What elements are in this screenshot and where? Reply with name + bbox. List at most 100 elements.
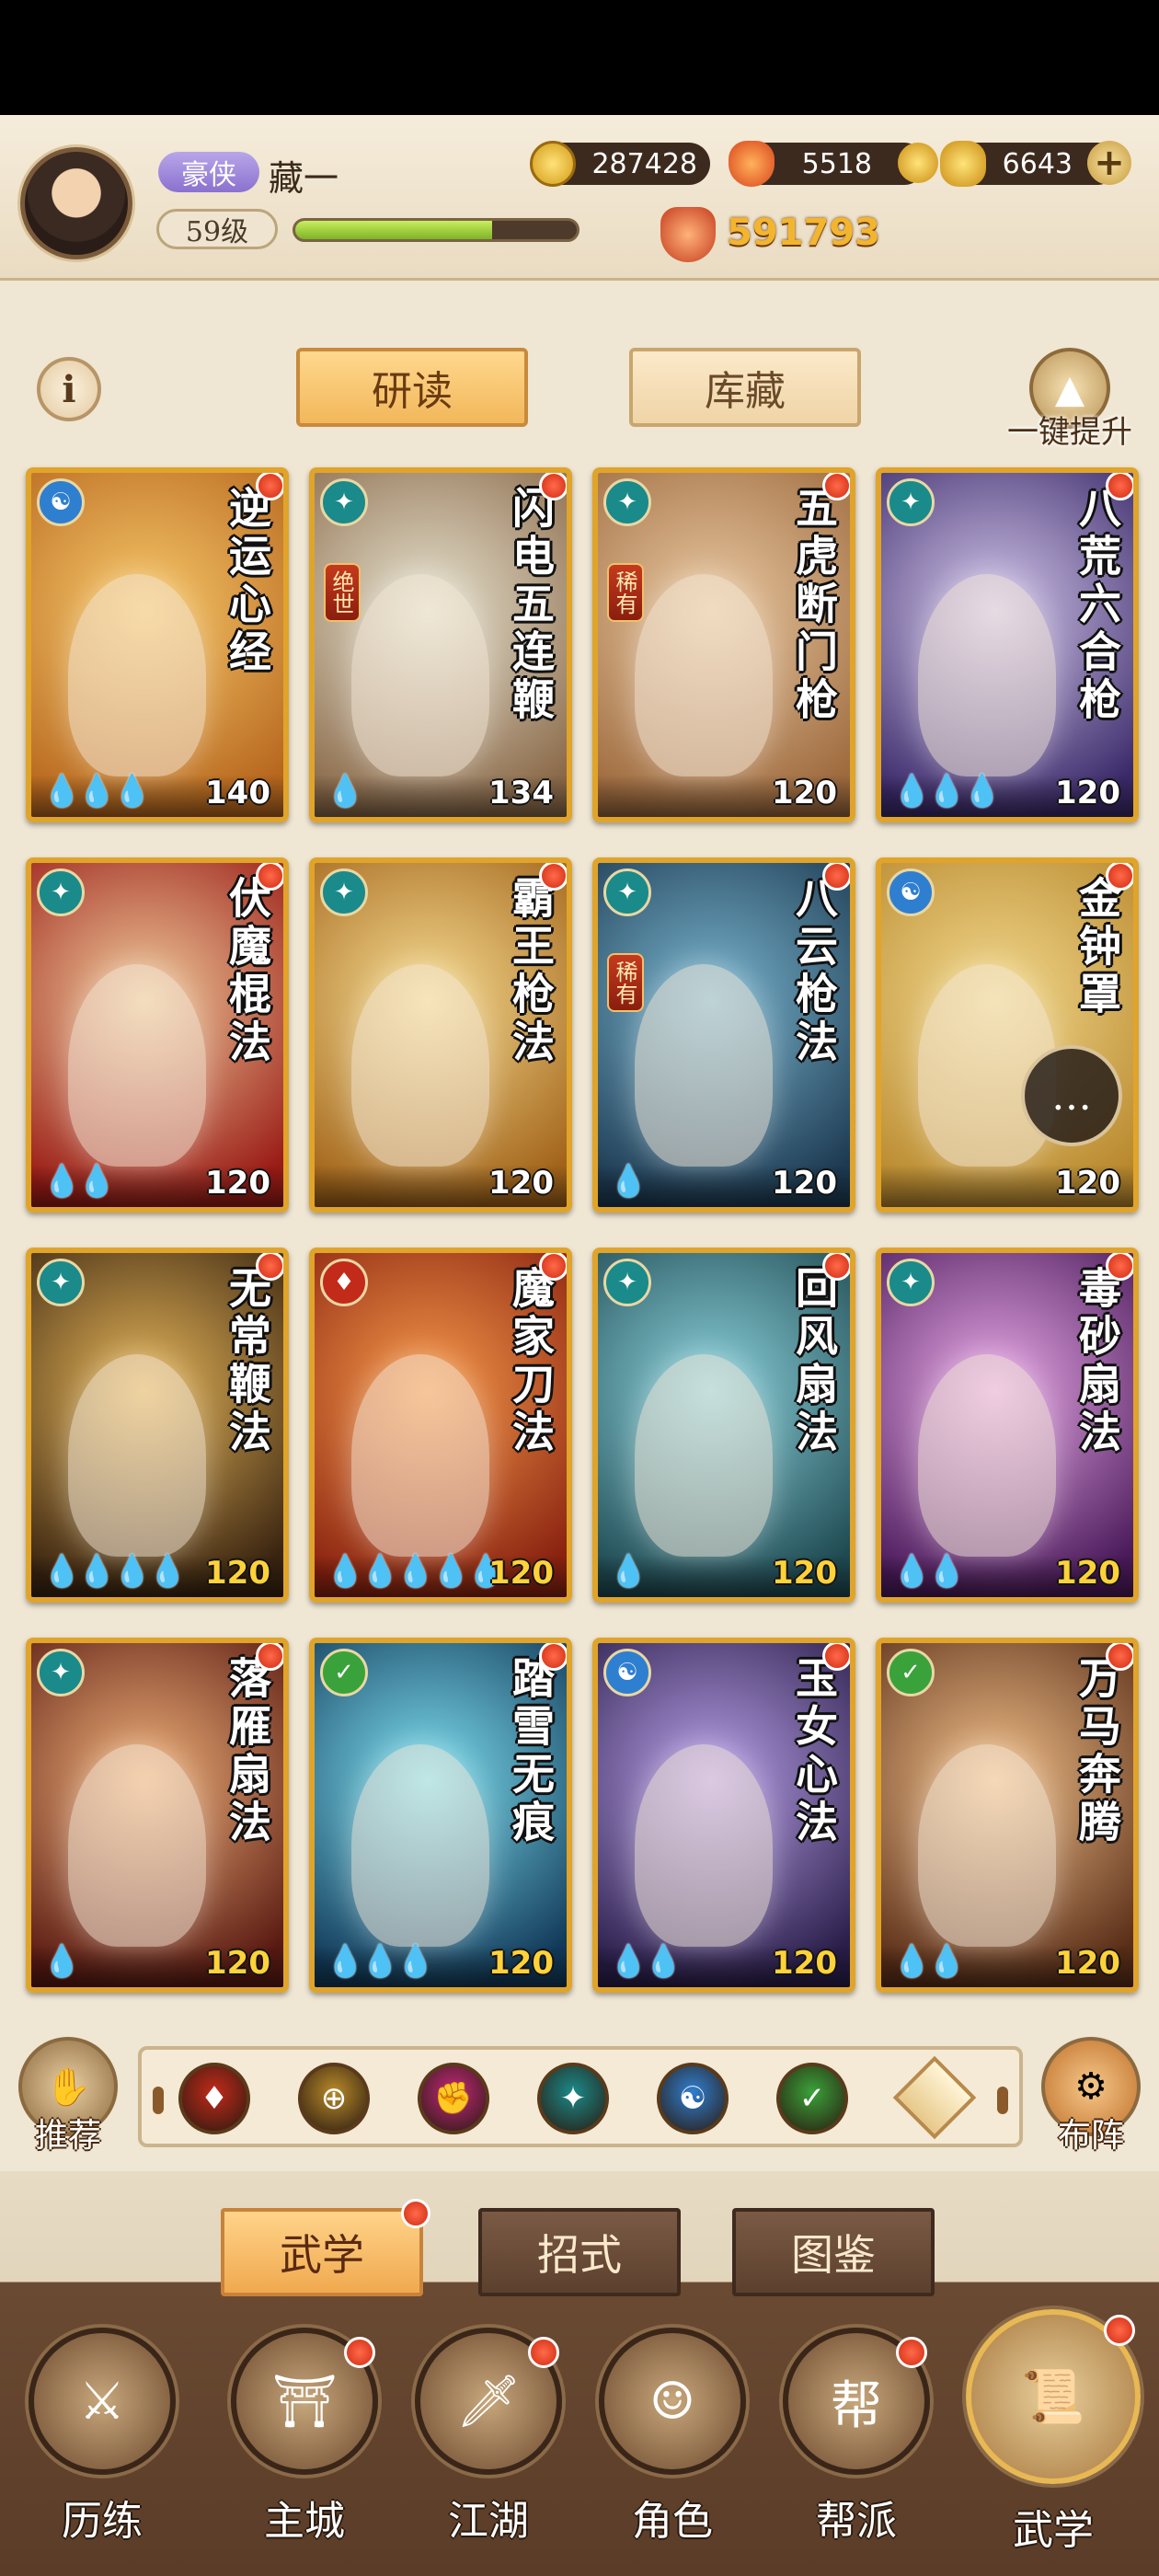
subtab-atlas[interactable]: 图鉴 <box>732 2208 935 2296</box>
recommend-label: 推荐 <box>34 2117 101 2155</box>
card-name: 八云枪法 <box>789 876 839 1067</box>
chat-bubble-icon[interactable]: … <box>1021 1045 1122 1146</box>
add-currency-icon[interactable]: + <box>1087 141 1131 185</box>
filter-knob-left <box>153 2087 164 2114</box>
school-filter-icon[interactable]: ✦ <box>537 2063 609 2134</box>
one-key-upgrade-button[interactable]: ▲ 一键提升 <box>1001 348 1139 451</box>
skill-card[interactable]: ✦ 八云枪法 💧 120 稀有 <box>592 857 855 1213</box>
notification-dot <box>256 473 283 500</box>
card-level: 120 <box>772 775 837 811</box>
skill-card[interactable]: ✦ 五虎断门枪 120 稀有 <box>592 467 855 822</box>
skill-card[interactable]: ✦ 回风扇法 💧 120 <box>592 1248 855 1603</box>
skill-card[interactable]: ✦ 毒砂扇法 💧💧 120 <box>876 1248 1139 1603</box>
school-icon: ✦ <box>320 868 368 916</box>
subtab-martial[interactable]: 武学 <box>221 2199 430 2296</box>
quality-drops-icon: 💧 <box>326 773 364 810</box>
card-figure <box>635 964 773 1167</box>
school-filter-icon[interactable]: ♦ <box>178 2063 250 2134</box>
status-bar <box>0 0 1159 115</box>
skill-card[interactable]: ♦ 魔家刀法 💧💧💧💧💧 120 <box>309 1248 572 1603</box>
nav-guild[interactable]: 帮 帮派 <box>769 2328 944 2558</box>
combat-power: 591793 <box>660 207 880 262</box>
notification-dot <box>539 1253 567 1281</box>
ingot-counter[interactable]: 6643 + <box>940 141 1131 187</box>
card-name: 八荒六合枪 <box>1073 486 1122 725</box>
rarity-tag: 稀有 <box>607 953 644 1012</box>
notification-dot <box>1106 1253 1133 1281</box>
notification-dot <box>822 1643 850 1671</box>
filter-all-diamond-icon[interactable] <box>892 2055 977 2140</box>
school-icon: ♦ <box>320 1259 368 1306</box>
notification-dot <box>539 863 567 891</box>
card-level: 140 <box>205 775 270 811</box>
card-figure <box>68 1354 206 1557</box>
card-level: 120 <box>1055 1165 1120 1202</box>
notification-dot <box>1106 473 1133 500</box>
tab-storage[interactable]: 库藏 <box>629 348 861 427</box>
nav-martial[interactable]: 📜 武学 <box>966 2309 1141 2558</box>
card-name: 落雁扇法 <box>223 1656 272 1847</box>
skill-card[interactable]: ✓ 万马奔腾 💧💧 120 <box>876 1638 1139 1993</box>
xp-bar <box>293 218 580 242</box>
quality-drops-icon: 💧 <box>609 1553 648 1590</box>
notification-dot <box>822 1253 850 1281</box>
skill-card[interactable]: ✦ 闪电五连鞭 💧 134 绝世 <box>309 467 572 822</box>
skill-card[interactable]: ☯ 玉女心法 💧💧 120 <box>592 1638 855 1993</box>
card-level: 120 <box>205 1555 270 1592</box>
formation-button[interactable]: ⚙ 布阵 <box>1036 2037 1146 2156</box>
school-icon: ✦ <box>603 1259 651 1306</box>
nav-jianghu-label: 江湖 <box>448 2498 529 2545</box>
school-filter-icon[interactable]: ☯ <box>657 2063 729 2134</box>
tab-study[interactable]: 研读 <box>296 348 528 427</box>
nav-character[interactable]: ☺ 角色 <box>585 2328 760 2558</box>
notification-dot <box>822 473 850 500</box>
school-icon: ✦ <box>37 1259 85 1306</box>
school-icon: ☯ <box>887 868 935 916</box>
quality-drops-icon: 💧💧 <box>42 1163 117 1200</box>
player-title-badge: 豪侠 <box>158 152 259 192</box>
nav-guild-label: 帮派 <box>816 2498 897 2545</box>
notification-dot <box>1106 1643 1133 1671</box>
character-hat-icon: ☺ <box>599 2328 746 2475</box>
flame-amount: 5518 <box>801 147 872 180</box>
card-name: 伏魔棍法 <box>223 876 272 1067</box>
nav-jianghu[interactable]: 🗡 江湖 <box>401 2328 576 2558</box>
school-filter-icon[interactable]: ⊕ <box>298 2063 370 2134</box>
skill-card[interactable]: ✦ 落雁扇法 💧 120 <box>26 1638 289 1993</box>
skill-card[interactable]: ✦ 伏魔棍法 💧💧 120 <box>26 857 289 1213</box>
info-button[interactable]: i <box>37 357 101 421</box>
nav-main-city[interactable]: ⛩ 主城 <box>217 2328 392 2558</box>
notification-dot <box>896 2337 927 2368</box>
rarity-tag: 绝世 <box>324 563 361 622</box>
player-avatar[interactable] <box>20 147 132 259</box>
recommend-button[interactable]: ✋ 推荐 <box>13 2037 123 2156</box>
skill-card[interactable]: ✦ 霸王枪法 120 <box>309 857 572 1213</box>
skill-card[interactable]: ☯ 逆运心经 💧💧💧 140 <box>26 467 289 822</box>
skill-card[interactable]: ✓ 踏雪无痕 💧💧💧 120 <box>309 1638 572 1993</box>
school-filter-icon[interactable]: ✊ <box>418 2063 489 2134</box>
card-figure <box>918 1354 1056 1557</box>
card-name: 毒砂扇法 <box>1073 1266 1122 1457</box>
card-figure <box>68 964 206 1167</box>
card-level: 120 <box>488 1555 554 1592</box>
card-level: 120 <box>1055 775 1120 811</box>
nav-training[interactable]: ⚔ 历练 <box>15 2328 189 2558</box>
card-level: 120 <box>1055 1945 1120 1982</box>
skill-card[interactable]: ☯ 金钟罩 120 <box>876 857 1139 1213</box>
one-key-upgrade-label: 一键提升 <box>1007 414 1132 451</box>
quality-drops-icon: 💧 <box>609 1163 648 1200</box>
school-filter-icon[interactable]: ✓ <box>776 2063 848 2134</box>
power-icon <box>660 207 716 262</box>
skill-card[interactable]: ✦ 八荒六合枪 💧💧💧 120 <box>876 467 1139 822</box>
flame-counter[interactable]: 5518 <box>729 141 938 187</box>
card-figure <box>918 574 1056 776</box>
ingot-small-icon <box>898 143 938 183</box>
subtab-moves[interactable]: 招式 <box>478 2208 681 2296</box>
quality-drops-icon: 💧💧 <box>892 1943 967 1980</box>
subtab-martial-label: 武学 <box>280 2230 364 2280</box>
quality-drops-icon: 💧💧 <box>892 1553 967 1590</box>
coin-counter[interactable]: 287428 <box>530 141 710 187</box>
player-level: 59级 <box>156 209 278 249</box>
card-figure <box>68 1744 206 1947</box>
skill-card[interactable]: ✦ 无常鞭法 💧💧💧💧 120 <box>26 1248 289 1603</box>
